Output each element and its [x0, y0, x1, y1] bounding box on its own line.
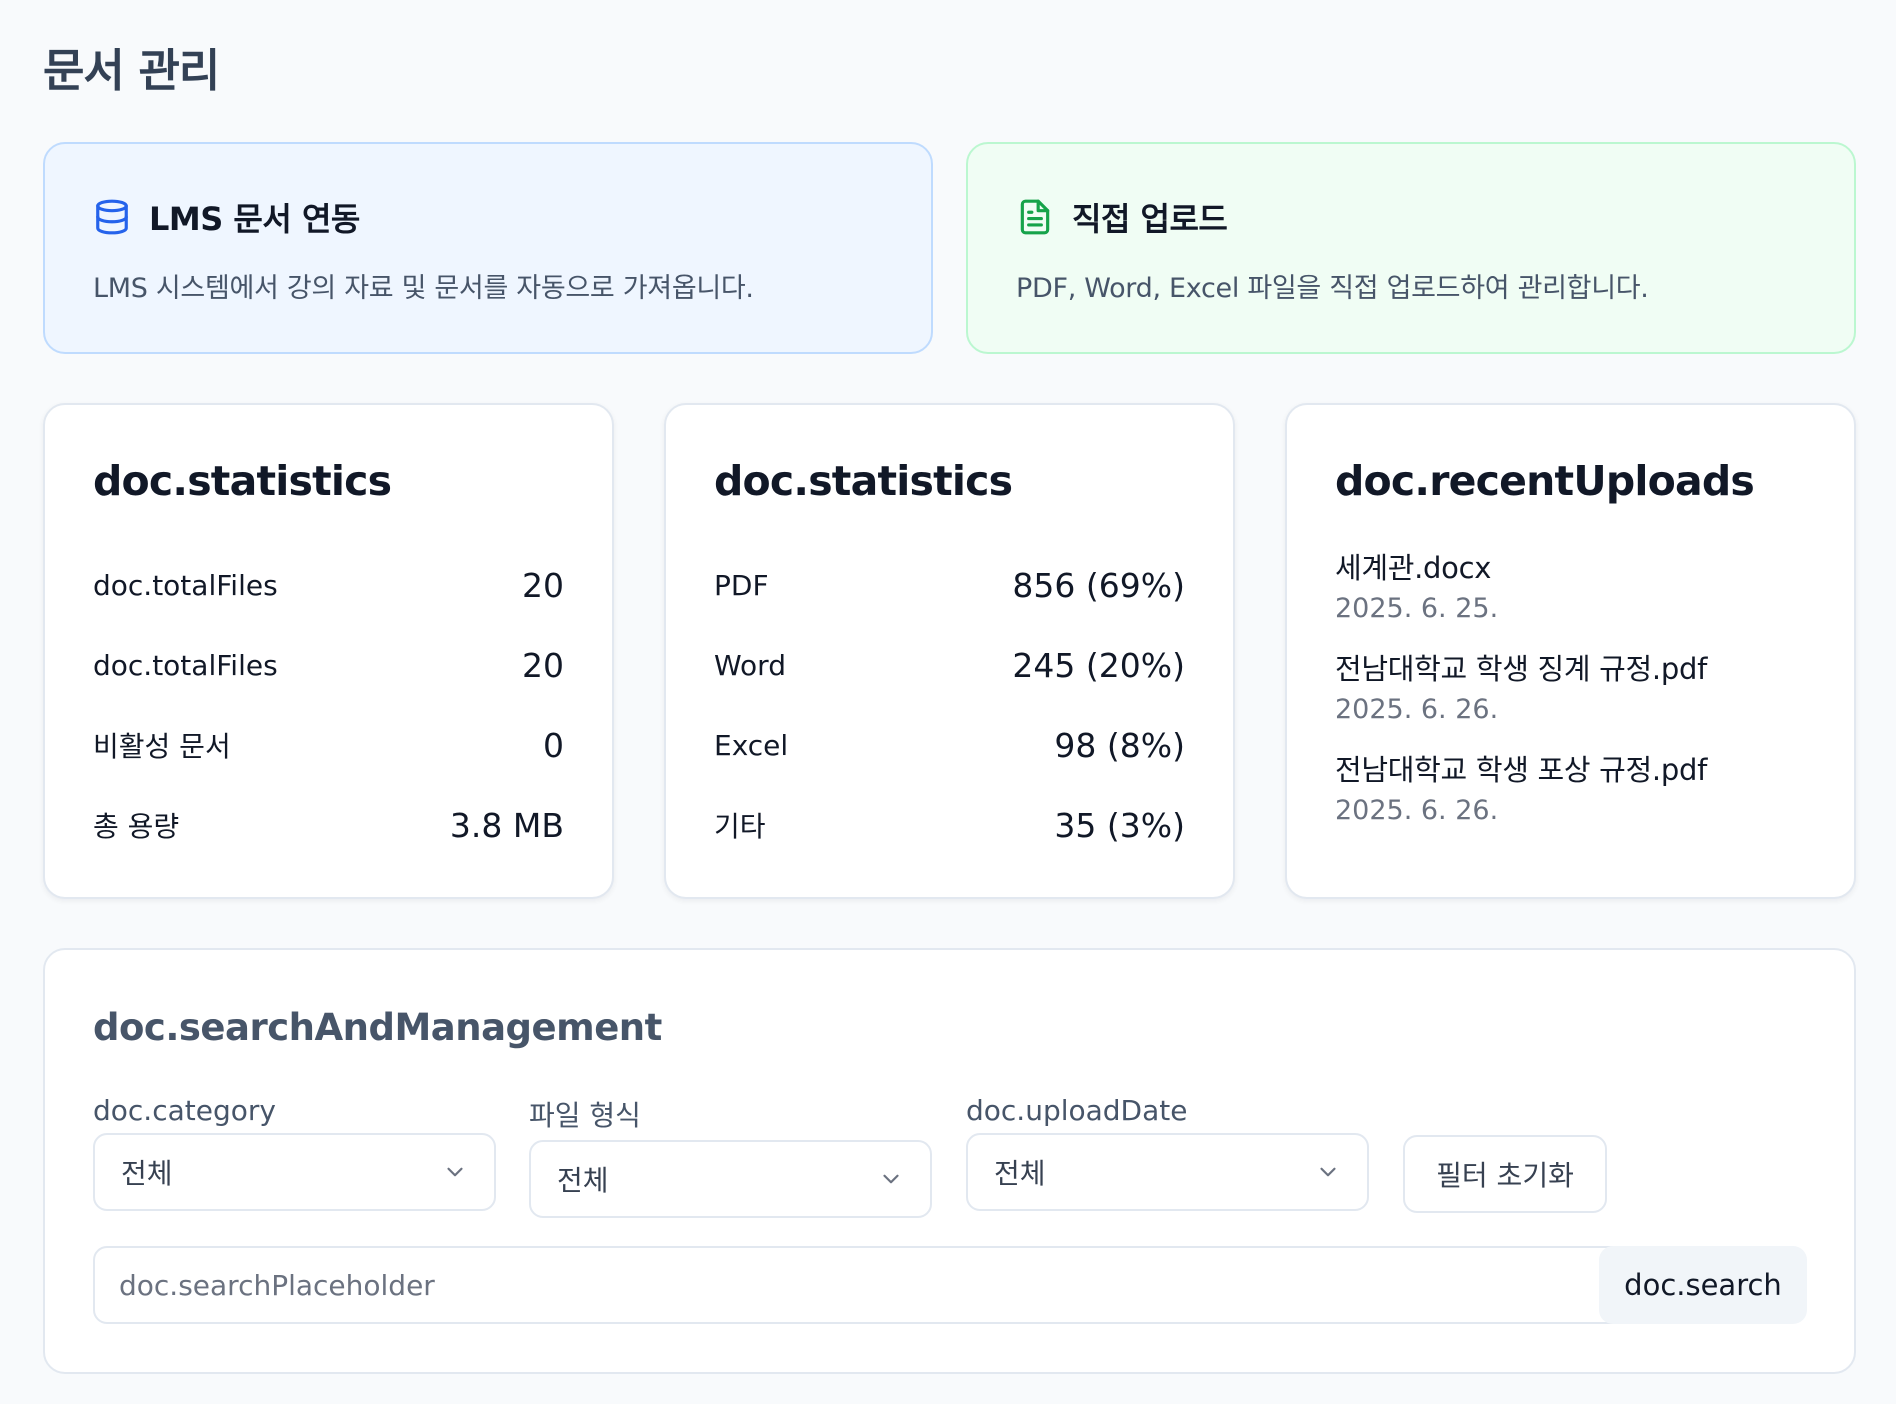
- lms-card-title: LMS 문서 연동: [149, 200, 360, 238]
- file-type-select-value: 전체: [557, 1164, 609, 1197]
- category-filter: doc.category 전체: [93, 1094, 496, 1211]
- lms-card-description: LMS 시스템에서 강의 자료 및 문서를 자동으로 가져옵니다.: [93, 273, 754, 304]
- category-filter-label: doc.category: [93, 1094, 276, 1127]
- chevron-down-icon: [883, 1174, 899, 1184]
- search-and-management-panel: doc.searchAndManagement doc.category 전체 …: [43, 948, 1856, 1374]
- stat-value: 3.8 MB: [449, 805, 564, 845]
- search-button[interactable]: doc.search: [1599, 1246, 1807, 1324]
- upload-date-filter: doc.uploadDate 전체: [966, 1094, 1369, 1211]
- recent-upload-date: 2025. 6. 26.: [1335, 694, 1499, 725]
- search-panel-title: doc.searchAndManagement: [93, 1006, 662, 1049]
- stat-row: 기타 35 (3%): [714, 785, 1185, 865]
- stat-label: doc.totalFiles: [93, 648, 278, 682]
- stat-value: 0: [543, 725, 564, 765]
- stat-label: 기타: [714, 810, 766, 843]
- recent-upload-item[interactable]: 전남대학교 학생 징계 규정.pdf 2025. 6. 26.: [1335, 646, 1806, 725]
- direct-upload-card[interactable]: 직접 업로드 PDF, Word, Excel 파일을 직접 업로드하여 관리합…: [966, 142, 1856, 354]
- stat-row: PDF 856 (69%): [714, 545, 1185, 625]
- upload-card-title: 직접 업로드: [1072, 200, 1228, 238]
- file-type-filter: 파일 형식 전체: [529, 1094, 932, 1218]
- reset-filters-button[interactable]: 필터 초기화: [1403, 1135, 1607, 1213]
- stat-row: doc.totalFiles 20: [93, 545, 564, 625]
- stat-value: 20: [522, 565, 564, 605]
- recent-upload-date: 2025. 6. 25.: [1335, 593, 1499, 624]
- stat-value: 98 (8%): [1054, 725, 1185, 765]
- statistics-title: doc.statistics: [714, 457, 1013, 505]
- stat-row: 총 용량 3.8 MB: [93, 785, 564, 865]
- upload-card-description: PDF, Word, Excel 파일을 직접 업로드하여 관리합니다.: [1016, 273, 1649, 304]
- chevron-down-icon: [447, 1167, 463, 1177]
- stat-label: 총 용량: [93, 810, 180, 843]
- recent-upload-item[interactable]: 전남대학교 학생 포상 규정.pdf 2025. 6. 26.: [1335, 747, 1806, 826]
- recent-uploads-card: doc.recentUploads 세계관.docx 2025. 6. 25. …: [1285, 403, 1856, 899]
- page-title: 문서 관리: [43, 44, 220, 97]
- stat-value: 20: [522, 645, 564, 685]
- file-text-icon: [1020, 199, 1050, 235]
- database-icon: [96, 199, 128, 235]
- stat-row: Excel 98 (8%): [714, 705, 1185, 785]
- search-input[interactable]: doc.searchPlaceholder: [93, 1246, 1626, 1324]
- stat-row: 비활성 문서 0: [93, 705, 564, 785]
- file-type-filter-label: 파일 형식: [529, 1099, 641, 1132]
- lms-integration-card[interactable]: LMS 문서 연동 LMS 시스템에서 강의 자료 및 문서를 자동으로 가져옵…: [43, 142, 933, 354]
- file-type-statistics-card: doc.statistics PDF 856 (69%) Word 245 (2…: [664, 403, 1235, 899]
- stat-value: 35 (3%): [1054, 805, 1185, 845]
- general-statistics-card: doc.statistics doc.totalFiles 20 doc.tot…: [43, 403, 614, 899]
- stat-row: Word 245 (20%): [714, 625, 1185, 705]
- statistics-title: doc.statistics: [93, 457, 392, 505]
- stat-label: Excel: [714, 728, 789, 762]
- upload-card-header: 직접 업로드: [1016, 194, 1806, 240]
- category-select[interactable]: 전체: [93, 1133, 496, 1211]
- stat-value: 856 (69%): [1012, 565, 1185, 605]
- chevron-down-icon: [1320, 1167, 1336, 1177]
- document-management-page: 문서 관리 LMS 문서 연동 LMS 시스템에서 강의 자료 및 문서를 자동…: [0, 0, 1896, 1404]
- upload-date-select[interactable]: 전체: [966, 1133, 1369, 1211]
- recent-uploads-title: doc.recentUploads: [1335, 457, 1755, 505]
- recent-upload-item[interactable]: 세계관.docx 2025. 6. 25.: [1335, 545, 1806, 624]
- lms-card-header: LMS 문서 연동: [93, 194, 883, 240]
- stat-row: doc.totalFiles 20: [93, 625, 564, 705]
- recent-upload-name: 전남대학교 학생 포상 규정.pdf: [1335, 753, 1707, 787]
- upload-date-filter-label: doc.uploadDate: [966, 1094, 1188, 1127]
- recent-upload-name: 전남대학교 학생 징계 규정.pdf: [1335, 652, 1707, 686]
- stat-label: 비활성 문서: [93, 730, 231, 763]
- recent-upload-date: 2025. 6. 26.: [1335, 795, 1499, 826]
- stat-label: PDF: [714, 568, 769, 602]
- upload-date-select-value: 전체: [994, 1157, 1046, 1190]
- file-type-select[interactable]: 전체: [529, 1140, 932, 1218]
- recent-upload-name: 세계관.docx: [1335, 551, 1492, 585]
- stat-label: doc.totalFiles: [93, 568, 278, 602]
- stat-label: Word: [714, 648, 786, 682]
- stat-value: 245 (20%): [1012, 645, 1185, 685]
- category-select-value: 전체: [121, 1157, 173, 1190]
